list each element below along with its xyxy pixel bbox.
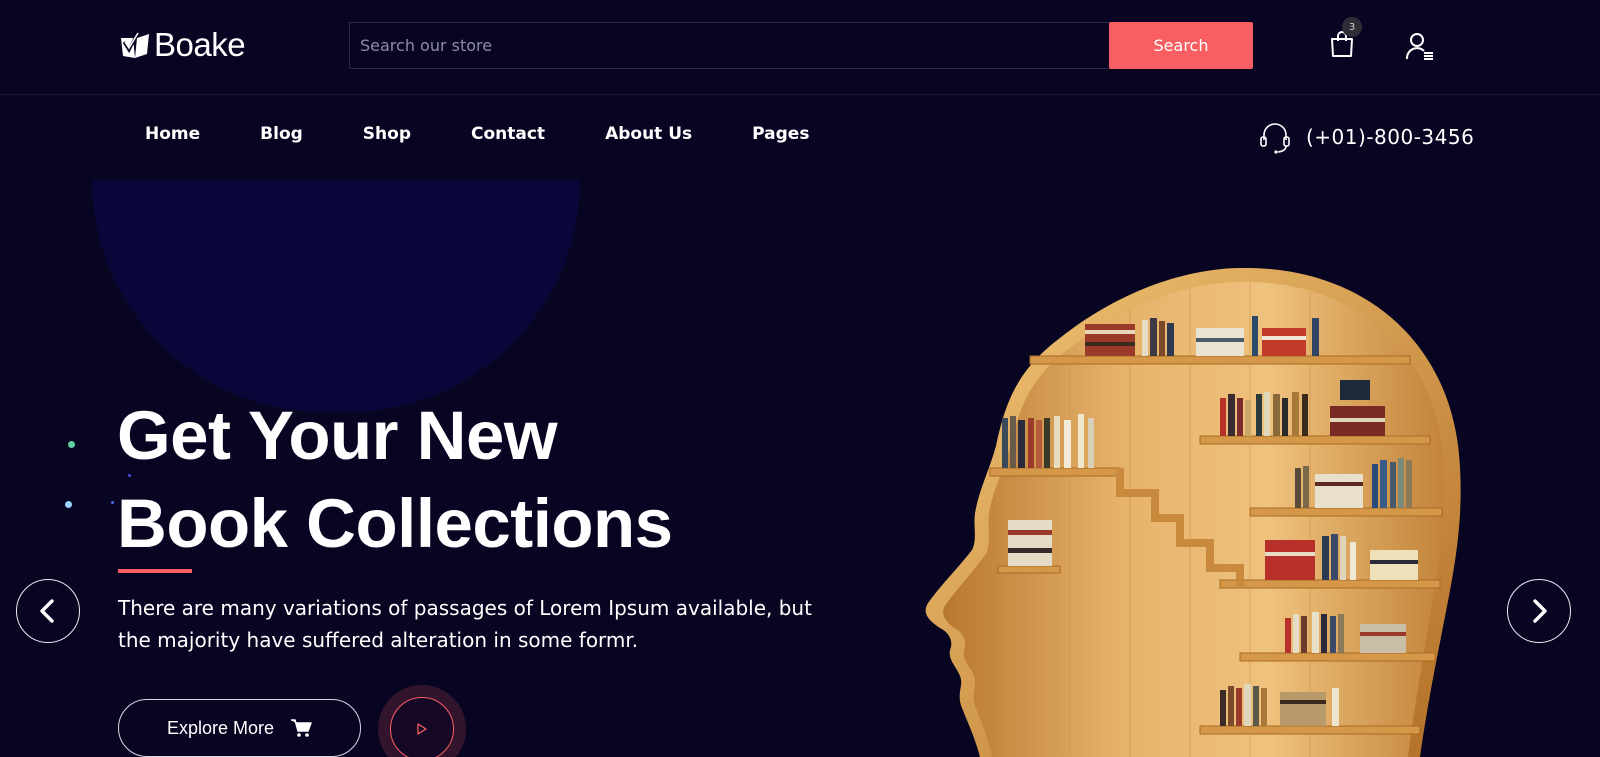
hero-title-line-1: Get Your New	[117, 397, 558, 474]
nav-item-contact[interactable]: Contact	[471, 124, 545, 150]
play-video-button[interactable]	[378, 685, 466, 757]
headset-icon	[1260, 123, 1290, 154]
search-button[interactable]: Search	[1109, 22, 1253, 69]
title-accent-underline	[118, 569, 192, 573]
nav-item-pages[interactable]: Pages	[752, 124, 809, 150]
search-bar: Search	[349, 22, 1253, 69]
phone-number: (+01)-800-3456	[1306, 125, 1475, 149]
play-button-ring	[390, 697, 454, 757]
decorative-dot	[65, 501, 72, 508]
logo-text: Boake	[154, 26, 246, 63]
hero-title-line-2: Book Collections	[117, 485, 673, 562]
search-input[interactable]	[349, 22, 1109, 69]
cart-count-badge: 3	[1342, 17, 1362, 37]
logo[interactable]: Boake	[118, 26, 246, 63]
phone-contact[interactable]: (+01)-800-3456	[1258, 120, 1474, 154]
nav-item-blog[interactable]: Blog	[260, 124, 303, 150]
nav-item-about-us[interactable]: About Us	[605, 124, 692, 150]
chevron-left-icon	[40, 599, 54, 623]
hero-description-line-1: There are many variations of passages of…	[118, 596, 812, 620]
explore-more-button[interactable]: Explore More	[118, 699, 361, 757]
main-nav: Home Blog Shop Contact About Us Pages	[145, 124, 869, 150]
carousel-next-button[interactable]	[1507, 579, 1571, 643]
nav-item-home[interactable]: Home	[145, 124, 200, 150]
chevron-right-icon	[1533, 599, 1547, 623]
cart-button[interactable]: 3	[1329, 17, 1362, 60]
decorative-dot	[68, 441, 75, 448]
decorative-dot	[111, 501, 114, 504]
top-header: Boake Search 3	[0, 0, 1600, 95]
nav-item-shop[interactable]: Shop	[363, 124, 411, 150]
logo-book-icon	[121, 31, 149, 58]
carousel-prev-button[interactable]	[16, 579, 80, 643]
hero-title: Get Your New Book Collections	[117, 392, 877, 568]
hero-description-line-2: the majority have suffered alteration in…	[118, 628, 639, 652]
head-bookshelf-image	[925, 268, 1461, 757]
user-menu-icon	[1405, 33, 1433, 60]
decorative-half-circle	[92, 180, 580, 412]
hero-description: There are many variations of passages of…	[118, 592, 858, 656]
explore-more-label: Explore More	[166, 717, 275, 738]
account-button[interactable]	[1405, 31, 1435, 61]
play-icon	[417, 723, 427, 735]
cart-icon	[291, 719, 312, 737]
